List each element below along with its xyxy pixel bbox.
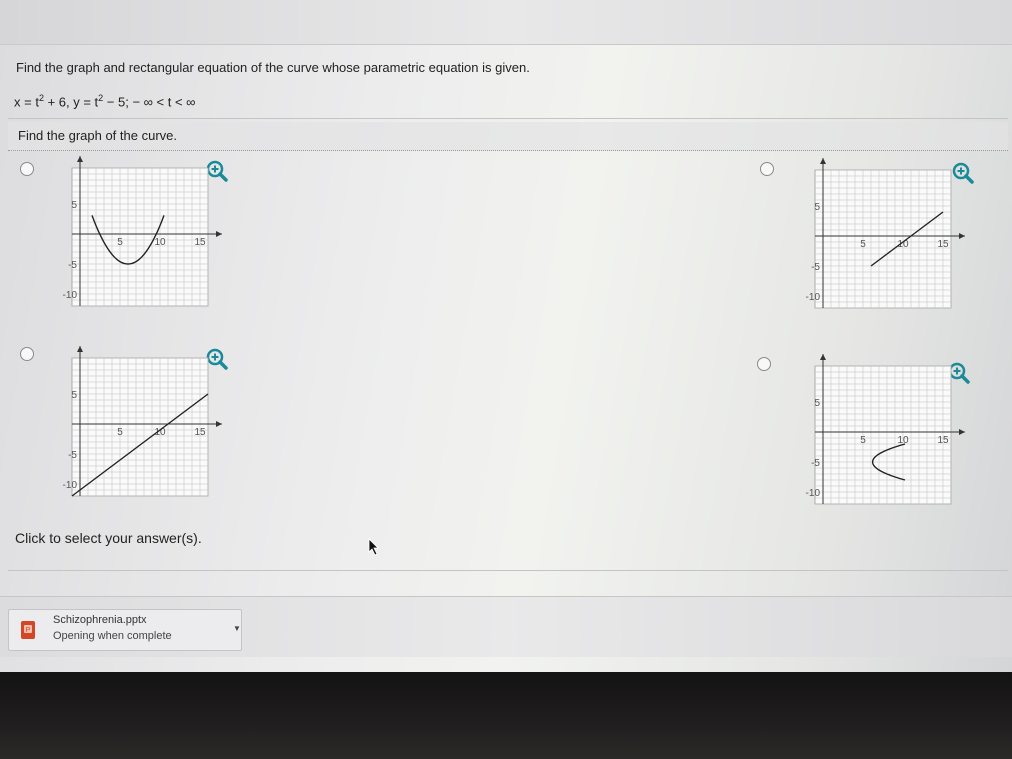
grid-frame — [814, 169, 952, 309]
question-prompt: Find the graph and rectangular equation … — [16, 60, 530, 75]
grid-frame — [814, 365, 952, 505]
x-tick-label: 15 — [937, 435, 949, 446]
instruction-bar: Find the graph of the curve. — [8, 122, 1008, 151]
x-tick-label: 5 — [860, 435, 866, 446]
graph-option-d[interactable]: 5 10 155-5-10 — [805, 354, 977, 524]
x-tick-label: 15 — [937, 239, 949, 250]
graph-option-c[interactable]: 5 10 155-5-10 — [62, 346, 222, 514]
y-tick-label: -5 — [68, 260, 77, 271]
y-tick-label: -10 — [63, 480, 78, 491]
x-tick-label: 5 — [117, 237, 123, 248]
x-axis-arrow — [959, 429, 965, 435]
y-tick-label: -5 — [68, 450, 77, 461]
option-b-radio[interactable] — [760, 162, 774, 176]
chevron-down-icon[interactable]: ▼ — [233, 624, 241, 633]
download-file-name: Schizophrenia.pptx — [53, 614, 147, 626]
browser-viewport: Find the graph and rectangular equation … — [0, 0, 1012, 672]
graph-option-b[interactable]: 5 10 155-5-10 — [805, 158, 977, 332]
mouse-cursor-icon — [368, 538, 379, 556]
x-tick-label: 15 — [194, 427, 206, 438]
instruction-text: Find the graph of the curve. — [18, 128, 177, 143]
grid-frame — [71, 167, 209, 307]
x-axis-arrow — [216, 421, 222, 427]
y-tick-label: 5 — [814, 202, 820, 213]
page-header-strip — [0, 0, 1012, 45]
x-axis-arrow — [216, 231, 222, 237]
y-tick-label: -10 — [806, 488, 821, 499]
y-axis-arrow — [77, 346, 83, 352]
x-axis-arrow — [959, 233, 965, 239]
option-c-radio[interactable] — [20, 347, 34, 361]
y-tick-label: 5 — [814, 398, 820, 409]
option-a-radio[interactable] — [20, 162, 34, 176]
y-axis-arrow — [820, 354, 826, 360]
grid-frame — [71, 357, 209, 497]
x-tick-label: 5 — [860, 239, 866, 250]
option-d-radio[interactable] — [757, 357, 771, 371]
x-tick-label: 10 — [154, 237, 166, 248]
download-item[interactable]: P Schizophrenia.pptx Opening when comple… — [8, 609, 242, 651]
y-tick-label: -10 — [63, 290, 78, 301]
y-tick-label: -5 — [811, 458, 820, 469]
y-tick-label: 5 — [71, 200, 77, 211]
parametric-equation: x = t2 + 6, y = t2 − 5; − ∞ < t < ∞ — [14, 93, 196, 110]
y-axis-arrow — [820, 158, 826, 164]
download-status: Opening when complete — [53, 630, 172, 642]
y-tick-label: -5 — [811, 262, 820, 273]
x-tick-label: 15 — [194, 237, 206, 248]
svg-text:P: P — [26, 627, 31, 634]
divider — [8, 118, 1008, 119]
graph-option-a[interactable]: 5 10 15 5 -5 -10 — [62, 156, 222, 324]
monitor-bezel — [0, 672, 1012, 759]
divider — [8, 570, 1008, 571]
pptx-file-icon: P — [21, 621, 35, 639]
y-tick-label: 5 — [71, 390, 77, 401]
click-instruction: Click to select your answer(s). — [15, 530, 202, 546]
y-tick-label: -10 — [806, 292, 821, 303]
download-shelf: P Schizophrenia.pptx Opening when comple… — [0, 596, 1012, 657]
y-axis-arrow — [77, 156, 83, 162]
x-tick-label: 5 — [117, 427, 123, 438]
